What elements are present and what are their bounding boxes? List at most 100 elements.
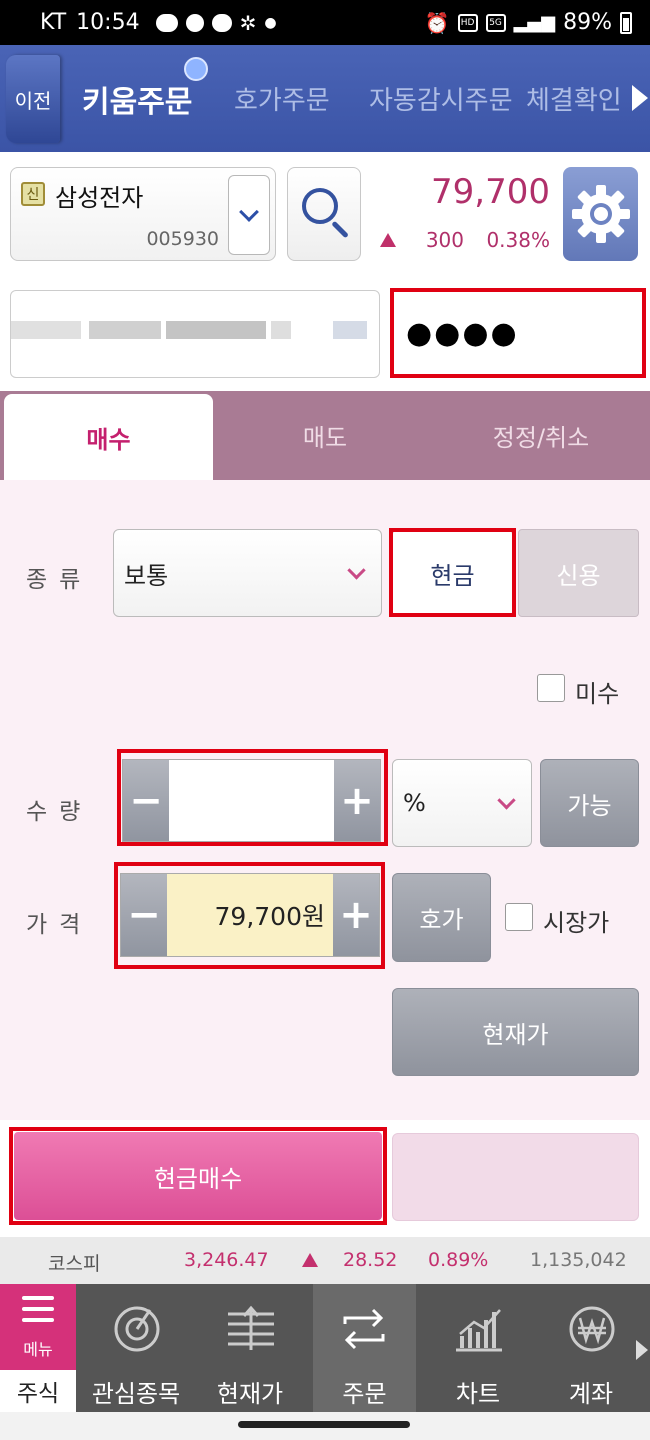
index-ticker[interactable]: 코스피 3,246.47 28.52 0.89% 1,135,042 (0, 1237, 650, 1284)
blurred-account-part (11, 321, 81, 339)
tab-execution-check[interactable]: 체결확인 (526, 45, 622, 152)
price-label: 가격 (26, 912, 93, 938)
credit-button[interactable]: 신용 (518, 529, 639, 617)
stock-dropdown-button[interactable] (228, 175, 270, 255)
home-indicator[interactable] (238, 1421, 410, 1428)
search-button[interactable] (287, 167, 361, 261)
account-won-icon (569, 1306, 615, 1352)
account-number-field[interactable] (10, 290, 380, 378)
up-arrow-icon (302, 1253, 318, 1267)
chevron-down-icon (239, 202, 259, 222)
hamburger-icon (22, 1296, 54, 1329)
order-form: 종류 보통 현금 신용 미수 수량 − + % 가능 가격 − 79,700원 … (0, 480, 650, 1120)
current-price-button[interactable]: 현재가 (392, 988, 639, 1076)
order-tab-bar: 매수 매도 정정/취소 (0, 391, 650, 480)
cash-buy-button[interactable]: 현금매수 (14, 1132, 382, 1220)
watchlist-icon (114, 1306, 160, 1352)
tab-hoga-order[interactable]: 호가주문 (234, 45, 330, 152)
dot-icon: ● (264, 14, 277, 31)
app-icon (185, 13, 204, 32)
type-label: 종류 (26, 567, 93, 593)
nav-order[interactable]: 주문 (313, 1284, 416, 1412)
nav-current-price-label: 현재가 (216, 1380, 284, 1408)
nav-current-price[interactable]: 현재가 (200, 1284, 300, 1412)
stock-selector[interactable]: 신 삼성전자 005930 (10, 167, 276, 261)
bottom-nav: 메뉴 주식 관심종목 현재가 주문 차트 계좌 (0, 1284, 650, 1412)
nav-scroll-right-icon[interactable] (632, 85, 648, 111)
price-input[interactable]: 79,700원 (167, 874, 333, 956)
quantity-input[interactable] (169, 760, 334, 841)
gesture-bar (0, 1412, 650, 1440)
stock-category-label[interactable]: 주식 (0, 1370, 76, 1412)
nav-chart[interactable]: 차트 (428, 1284, 528, 1412)
nav-watchlist[interactable]: 관심종목 (86, 1284, 186, 1412)
nav-chart-label: 차트 (455, 1380, 501, 1408)
search-icon-handle (331, 220, 349, 239)
index-value: 3,246.47 (184, 1249, 269, 1271)
tab-auto-monitor-order[interactable]: 자동감시주문 (369, 45, 513, 152)
nav-scroll-right-icon[interactable] (636, 1340, 648, 1360)
price-minus-button[interactable]: − (121, 874, 167, 956)
notification-icons: ✲ ● (155, 11, 277, 35)
status-bar: KT 10:54 ✲ ● ⏰ HD 5G ▂▄▆ 89% (0, 0, 650, 45)
index-name: 코스피 (48, 1253, 101, 1275)
battery-percent: 89% (563, 10, 612, 35)
menu-label: 메뉴 (23, 1340, 53, 1359)
blurred-account-part (271, 321, 291, 339)
hd-icon: HD (457, 13, 478, 32)
menu-button[interactable]: 메뉴 주식 (0, 1284, 76, 1412)
tab-modify-cancel[interactable]: 정정/취소 (433, 391, 649, 480)
5g-icon: 5G (485, 13, 506, 32)
price-change-percent: 0.38% (486, 228, 550, 252)
misu-label: 미수 (575, 680, 620, 708)
search-icon (302, 188, 338, 224)
talk-icon (155, 13, 178, 32)
index-volume: 1,135,042 (530, 1249, 627, 1271)
nav-account[interactable]: 계좌 (541, 1284, 641, 1412)
order-type-select[interactable]: 보통 (113, 529, 382, 617)
blurred-account-part (89, 321, 161, 339)
alarm-icon: ⏰ (424, 10, 450, 35)
index-change-percent: 0.89% (428, 1249, 489, 1271)
chat-icon (211, 13, 232, 32)
price-plus-button[interactable]: + (333, 874, 379, 956)
price-change: 300 (425, 228, 464, 252)
quantity-plus-button[interactable]: + (334, 760, 380, 841)
price-stepper: − 79,700원 + (120, 873, 380, 957)
available-button[interactable]: 가능 (540, 759, 639, 847)
tab-sell[interactable]: 매도 (217, 391, 433, 480)
password-field[interactable]: ●●●● (393, 290, 643, 376)
tab-kiwoom-order[interactable]: 키움주문 (82, 45, 192, 152)
tab-buy[interactable]: 매수 (4, 394, 213, 480)
market-price-checkbox[interactable] (505, 903, 533, 931)
order-icon (343, 1308, 385, 1350)
nav-watchlist-label: 관심종목 (91, 1380, 181, 1408)
order-type-value: 보통 (124, 561, 169, 590)
cash-button[interactable]: 현금 (392, 530, 513, 616)
chevron-down-icon (497, 791, 516, 810)
blurred-account-part (333, 321, 367, 339)
battery-icon (620, 11, 632, 34)
signal-icon: ▂▄▆ (513, 12, 556, 33)
blurred-account-part (166, 321, 266, 339)
secondary-action-button[interactable] (392, 1133, 639, 1221)
quantity-minus-button[interactable]: − (123, 760, 169, 841)
chevron-down-icon (347, 561, 366, 580)
quantity-unit-select[interactable]: % (392, 759, 532, 847)
nav-account-label: 계좌 (568, 1380, 614, 1408)
market-price-label: 시장가 (543, 909, 610, 937)
misu-checkbox[interactable] (537, 674, 565, 702)
quantity-label: 수량 (26, 799, 93, 825)
back-button[interactable]: 이전 (6, 55, 60, 143)
clock: 10:54 (76, 10, 140, 35)
credit-badge: 신 (21, 182, 45, 206)
index-change: 28.52 (343, 1249, 398, 1271)
hoga-button[interactable]: 호가 (392, 873, 491, 962)
up-arrow-icon (380, 233, 396, 247)
quantity-stepper: − + (122, 759, 381, 842)
chart-icon (456, 1309, 502, 1352)
phone-badge-icon (184, 57, 208, 81)
settings-button[interactable] (563, 167, 638, 261)
current-price-icon (228, 1305, 274, 1350)
current-price: 79,700 (431, 172, 550, 212)
